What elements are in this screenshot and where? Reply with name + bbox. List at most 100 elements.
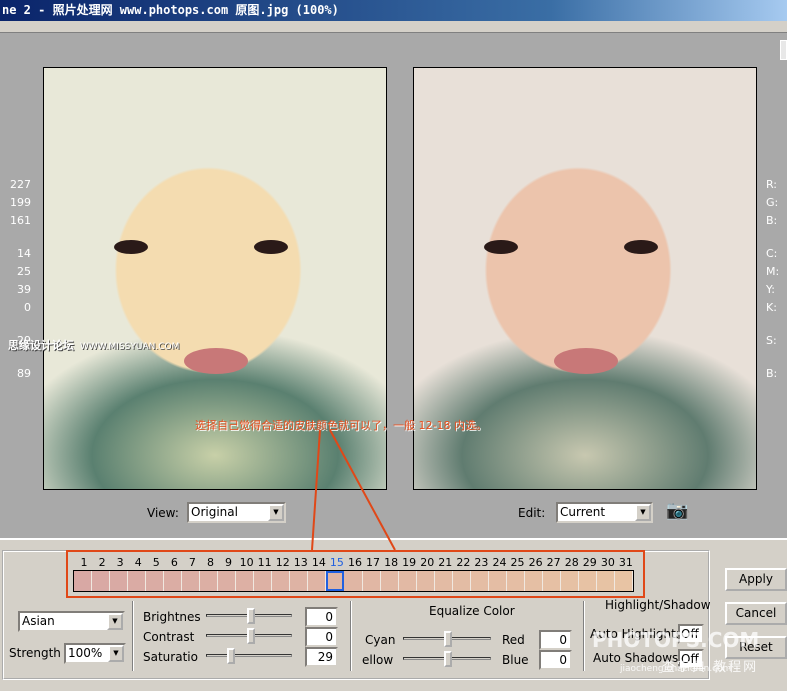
swatch-number: 22 xyxy=(456,556,471,569)
saturation-slider[interactable] xyxy=(206,648,292,664)
skin-swatch[interactable] xyxy=(398,571,417,591)
saturation-input[interactable]: 29 xyxy=(305,647,338,667)
watermark-missyuan: 思缘设计论坛 WWW.MISSYUAN.COM xyxy=(8,337,179,353)
skin-swatch[interactable] xyxy=(128,571,147,591)
cancel-button[interactable]: Cancel xyxy=(725,602,787,625)
swatch-number: 8 xyxy=(206,556,214,569)
contrast-label: Contrast xyxy=(143,630,195,644)
label-m: M: xyxy=(766,265,780,278)
value-r: 227 xyxy=(10,178,31,191)
value-c: 14 xyxy=(17,247,31,260)
value-k: 0 xyxy=(24,301,31,314)
divider xyxy=(132,601,134,671)
skin-swatch[interactable] xyxy=(272,571,291,591)
yellow-label: ellow xyxy=(362,653,394,667)
title-bar: ne 2 - 照片处理网 www.photops.com 原图.jpg (100… xyxy=(0,0,787,21)
swatch-number: 27 xyxy=(546,556,561,569)
skin-swatch[interactable] xyxy=(596,571,615,591)
skin-swatch[interactable] xyxy=(488,571,507,591)
skin-swatch[interactable] xyxy=(362,571,381,591)
scroll-button[interactable] xyxy=(780,40,787,60)
swatch-number: 11 xyxy=(257,556,272,569)
swatch-number: 5 xyxy=(152,556,160,569)
skin-type-select[interactable]: Asian ▼ xyxy=(18,611,125,632)
skin-swatch[interactable] xyxy=(524,571,543,591)
swatch-number: 30 xyxy=(600,556,615,569)
skin-swatch[interactable] xyxy=(326,571,345,591)
skin-swatch[interactable] xyxy=(614,571,633,591)
swatch-number: 31 xyxy=(618,556,633,569)
brightness-slider[interactable] xyxy=(206,608,292,624)
skin-swatch[interactable] xyxy=(164,571,183,591)
chevron-down-icon[interactable]: ▼ xyxy=(108,645,124,662)
strength-label: Strength xyxy=(9,646,61,660)
skin-swatch[interactable] xyxy=(254,571,273,591)
skin-swatch[interactable] xyxy=(416,571,435,591)
skin-swatch[interactable] xyxy=(380,571,399,591)
skin-swatch[interactable] xyxy=(200,571,219,591)
skin-swatch[interactable] xyxy=(146,571,165,591)
slider-thumb[interactable] xyxy=(444,631,452,647)
skin-swatch[interactable] xyxy=(560,571,579,591)
swatch-number: 2 xyxy=(98,556,106,569)
red-label: Red xyxy=(502,633,525,647)
skin-swatch[interactable] xyxy=(92,571,111,591)
view-select[interactable]: Original ▼ xyxy=(187,502,286,523)
swatch-number: 21 xyxy=(438,556,453,569)
skin-swatch[interactable] xyxy=(308,571,327,591)
slider-thumb[interactable] xyxy=(247,628,255,644)
saturation-label: Saturatio xyxy=(143,650,198,664)
skin-swatch[interactable] xyxy=(182,571,201,591)
slider-thumb[interactable] xyxy=(227,648,235,664)
contrast-slider[interactable] xyxy=(206,628,292,644)
yellow-blue-slider[interactable] xyxy=(403,651,491,667)
skin-swatch[interactable] xyxy=(74,571,93,591)
skin-swatch[interactable] xyxy=(470,571,489,591)
swatch-number: 18 xyxy=(384,556,399,569)
skin-swatch[interactable] xyxy=(110,571,129,591)
apply-button[interactable]: Apply xyxy=(725,568,787,591)
strength-select[interactable]: 100% ▼ xyxy=(64,643,126,664)
skin-swatch[interactable] xyxy=(218,571,237,591)
skin-swatch[interactable] xyxy=(344,571,363,591)
brightness-label: Brightnes xyxy=(143,610,201,624)
skin-swatch[interactable] xyxy=(236,571,255,591)
cyan-red-slider[interactable] xyxy=(403,631,491,647)
label-b: B: xyxy=(766,214,778,227)
swatch-number: 25 xyxy=(510,556,525,569)
value-b2: 89 xyxy=(17,367,31,380)
blue-input[interactable]: 0 xyxy=(539,650,572,670)
skin-swatch[interactable] xyxy=(452,571,471,591)
swatch-number: 1 xyxy=(80,556,88,569)
swatch-number: 29 xyxy=(582,556,597,569)
label-b2: B: xyxy=(766,367,778,380)
swatch-number: 7 xyxy=(188,556,196,569)
view-label: View: xyxy=(147,506,179,520)
skin-swatch[interactable] xyxy=(290,571,309,591)
divider xyxy=(583,601,585,671)
watermark-url: WWW.MISSYUAN.COM xyxy=(80,342,180,352)
camera-icon[interactable]: 📷 xyxy=(666,500,692,522)
highlight-shadow-title: Highlight/Shadow xyxy=(605,598,711,612)
contrast-input[interactable]: 0 xyxy=(305,627,338,647)
value-b: 161 xyxy=(10,214,31,227)
chevron-down-icon[interactable]: ▼ xyxy=(268,504,284,521)
swatch-number: 19 xyxy=(402,556,417,569)
watermark-photops: PHOTOPS.COM xyxy=(592,628,760,652)
value-m: 25 xyxy=(17,265,31,278)
skin-swatch[interactable] xyxy=(434,571,453,591)
chevron-down-icon[interactable]: ▼ xyxy=(635,504,651,521)
skin-swatch[interactable] xyxy=(542,571,561,591)
chevron-down-icon[interactable]: ▼ xyxy=(107,613,123,630)
swatch-number: 23 xyxy=(474,556,489,569)
edit-select[interactable]: Current ▼ xyxy=(556,502,653,523)
skin-swatch[interactable] xyxy=(506,571,525,591)
skin-swatch[interactable] xyxy=(578,571,597,591)
red-input[interactable]: 0 xyxy=(539,630,572,650)
skin-swatch-strip[interactable] xyxy=(73,570,634,592)
slider-thumb[interactable] xyxy=(444,651,452,667)
window-title: ne 2 - 照片处理网 www.photops.com 原图.jpg (100… xyxy=(2,3,339,17)
brightness-input[interactable]: 0 xyxy=(305,607,338,627)
watermark-cn: 思缘设计论坛 xyxy=(8,339,74,352)
slider-thumb[interactable] xyxy=(247,608,255,624)
